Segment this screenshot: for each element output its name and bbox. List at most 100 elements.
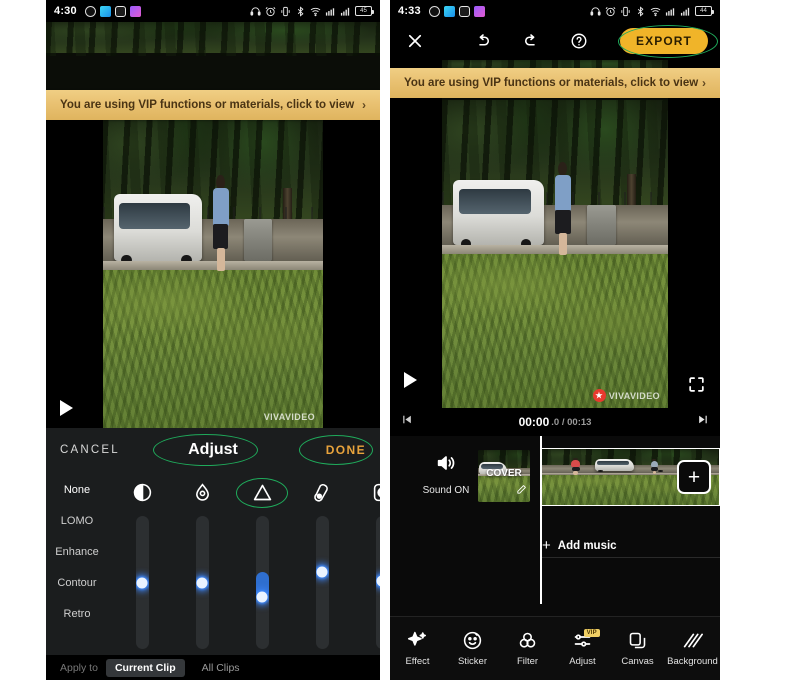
instagram-icon: [458, 5, 470, 17]
done-button[interactable]: DONE: [326, 443, 366, 457]
skip-next-icon: [699, 415, 707, 424]
timeline-playhead[interactable]: [540, 436, 542, 604]
apply-option-current-clip[interactable]: Current Clip: [105, 658, 185, 677]
slider-thumb[interactable]: [316, 566, 328, 578]
status-left-icons: [84, 5, 141, 17]
help-icon: [571, 33, 587, 49]
chevron-right-icon: ›: [362, 98, 366, 112]
add-music-label: Add music: [557, 539, 617, 552]
gallery-icon: [473, 5, 485, 17]
preset-item-enhance[interactable]: Enhance: [46, 536, 108, 567]
nav-item-adjust[interactable]: VIP Adjust: [555, 629, 610, 667]
skip-previous-button[interactable]: [400, 413, 413, 431]
timeline-row: Sound ON COVER + + Add music: [390, 448, 720, 558]
right-video-preview[interactable]: ★ VIVAVIDEO: [390, 60, 720, 408]
close-icon: [408, 34, 422, 48]
bottom-navigation: Effect Sticker Filter VIP Adjust Canvas: [390, 616, 720, 680]
contrast-icon: [132, 472, 153, 512]
left-phone-screen: 4:30 45 VIVAVIDEO You are using VIP func…: [46, 0, 380, 680]
nav-item-background[interactable]: Background: [665, 630, 720, 667]
vip-badge: VIP: [583, 629, 600, 637]
add-music-button[interactable]: + Add music: [542, 534, 720, 558]
nav-label: Canvas: [621, 656, 654, 667]
slider-track[interactable]: [315, 516, 329, 649]
apply-option-all-clips[interactable]: All Clips: [193, 659, 249, 677]
skip-next-button[interactable]: [697, 413, 710, 431]
background-lines-icon: [683, 633, 703, 648]
slider-thumb[interactable]: [376, 575, 380, 587]
pencil-icon: [516, 482, 527, 500]
nav-item-effect[interactable]: Effect: [390, 630, 445, 667]
nav-item-sticker[interactable]: Sticker: [445, 630, 500, 667]
battery-level: 44: [700, 8, 707, 14]
chevron-right-icon: ›: [702, 76, 706, 90]
filter-circles-icon: [519, 632, 536, 648]
nav-item-canvas[interactable]: Canvas: [610, 630, 665, 667]
left-video-preview[interactable]: VIVAVIDEO You are using VIP functions or…: [46, 22, 380, 428]
slider-temperature[interactable]: [302, 472, 342, 655]
preset-label: None: [63, 483, 91, 496]
redo-icon: [524, 34, 535, 46]
slider-track[interactable]: [135, 516, 149, 649]
slider-contrast[interactable]: [122, 472, 162, 655]
right-video-frame: ★ VIVAVIDEO: [442, 100, 668, 408]
cancel-button[interactable]: CANCEL: [60, 444, 120, 456]
battery-level: 45: [360, 8, 367, 14]
slider-vignette[interactable]: [362, 472, 380, 655]
slider-thumb[interactable]: [136, 577, 148, 588]
redo-button[interactable]: [518, 28, 544, 54]
wifi-icon: [650, 6, 661, 17]
slider-track[interactable]: [375, 516, 380, 649]
status-time: 4:33: [398, 5, 421, 17]
screenshot-root: 4:30 45 VIVAVIDEO You are using VIP func…: [0, 0, 800, 680]
slider-sharpen[interactable]: [242, 472, 282, 655]
telegram-icon: [443, 5, 455, 17]
nav-label: Adjust: [569, 656, 596, 667]
vivavideo-logo-icon: ★: [592, 389, 606, 402]
preset-item-lomo[interactable]: LOMO: [46, 505, 108, 536]
undo-button[interactable]: [470, 28, 496, 54]
nav-label: Filter: [516, 656, 539, 667]
gallery-icon: [129, 5, 141, 17]
nav-label: Sticker: [457, 656, 488, 667]
status-right-icons: 45: [250, 5, 374, 17]
preset-item-contour[interactable]: Contour: [46, 567, 108, 598]
fullscreen-button[interactable]: [687, 375, 706, 394]
status-time: 4:30: [54, 5, 77, 17]
add-clip-button[interactable]: +: [677, 460, 711, 494]
right-vip-banner[interactable]: You are using VIP functions or materials…: [390, 68, 720, 98]
total-timecode: .0 / 00:13: [551, 416, 592, 428]
play-button[interactable]: [60, 400, 82, 422]
sharpen-triangle-icon: [252, 472, 273, 512]
slider-track[interactable]: [195, 516, 209, 649]
left-vip-banner[interactable]: You are using VIP functions or materials…: [46, 90, 380, 120]
nav-item-filter[interactable]: Filter: [500, 630, 555, 667]
timeline-timebar: 00:00 .0 / 00:13: [390, 408, 720, 436]
saturation-droplet-icon: [192, 472, 213, 512]
adjust-panel-header: CANCEL Adjust DONE: [46, 428, 380, 472]
close-button[interactable]: [402, 28, 428, 54]
undo-icon: [479, 34, 490, 46]
play-icon: [404, 372, 417, 388]
timeline-clip-strip[interactable]: +: [542, 448, 720, 506]
video-scene: ★ VIVAVIDEO: [442, 100, 668, 408]
right-top-toolbar: EXPORT: [390, 22, 720, 60]
cover-thumbnail-button[interactable]: COVER: [478, 450, 530, 502]
skip-previous-icon: [403, 415, 411, 424]
slider-track[interactable]: [255, 516, 269, 649]
help-button[interactable]: [566, 28, 592, 54]
slider-thumb[interactable]: [256, 591, 268, 603]
alarm-icon: [265, 6, 276, 17]
battery-icon: 44: [695, 6, 714, 16]
slider-thumb[interactable]: [196, 577, 208, 588]
export-button[interactable]: EXPORT: [620, 28, 708, 54]
preset-label: LOMO: [60, 514, 94, 527]
headphones-icon: [590, 6, 601, 17]
play-button[interactable]: [404, 372, 426, 394]
video-scene: VIVAVIDEO: [103, 112, 323, 428]
adjust-panel: CANCEL Adjust DONE None LOMO Enhance Con…: [46, 428, 380, 680]
preset-item-retro[interactable]: Retro: [46, 598, 108, 629]
preset-item-none[interactable]: None: [46, 474, 108, 505]
sound-toggle-button[interactable]: Sound ON: [418, 452, 474, 496]
slider-saturation[interactable]: [182, 472, 222, 655]
